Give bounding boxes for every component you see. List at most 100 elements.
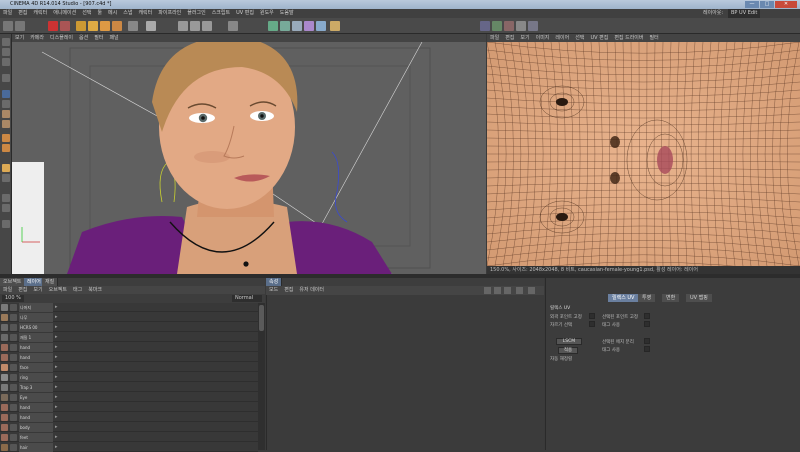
render-view-icon[interactable]	[146, 21, 156, 31]
uv-menu-item[interactable]: 파일	[487, 35, 502, 41]
texture-mode-icon[interactable]	[2, 58, 10, 66]
uv-menu-item[interactable]: 필터	[647, 35, 662, 41]
menu-item[interactable]: 메시	[105, 9, 120, 18]
visibility-icon[interactable]	[10, 364, 17, 371]
object-menu-item[interactable]: 파일	[0, 287, 15, 293]
menu-item[interactable]: 윈도우	[257, 9, 277, 18]
visibility-icon[interactable]	[10, 374, 17, 381]
rotate-icon[interactable]	[100, 21, 110, 31]
uv-texture-view[interactable]	[487, 42, 800, 266]
brush-icon[interactable]	[480, 21, 490, 31]
transform-icon[interactable]	[112, 21, 122, 31]
expand-icon[interactable]: ▸	[55, 363, 58, 372]
list-item[interactable]: HCRS 00 ▸	[0, 323, 258, 332]
expand-icon[interactable]: ▸	[55, 433, 58, 442]
scrollbar-thumb[interactable]	[259, 305, 264, 331]
blend-mode-select[interactable]: Normal	[232, 295, 262, 302]
edges-mode-icon[interactable]	[2, 110, 10, 118]
axis-icon[interactable]	[2, 164, 10, 172]
clone-icon[interactable]	[516, 21, 526, 31]
minimize-icon[interactable]: —	[745, 1, 759, 8]
3d-viewport[interactable]	[12, 42, 486, 274]
viewport-menu-item[interactable]: 옵션	[76, 35, 91, 41]
expand-icon[interactable]: ▸	[55, 443, 58, 452]
menu-item[interactable]: 파이프라인	[155, 9, 184, 18]
expand-icon[interactable]: ▸	[55, 423, 58, 432]
uv-polygon-icon[interactable]	[202, 21, 212, 31]
points-mode-icon[interactable]	[2, 100, 10, 108]
expand-icon[interactable]: ▸	[55, 313, 58, 322]
layout-select[interactable]: BP UV Edit	[728, 9, 761, 18]
tab-projection[interactable]: 투영	[638, 294, 656, 302]
menu-item[interactable]: 툴	[94, 9, 105, 18]
expand-icon[interactable]: ▸	[55, 393, 58, 402]
object-mode-icon[interactable]	[2, 48, 10, 56]
tab-attributes[interactable]: 속성	[266, 278, 283, 286]
menu-item[interactable]: 스냅	[120, 9, 135, 18]
undo-icon[interactable]	[3, 21, 13, 31]
object-menu-item[interactable]: 편집	[15, 287, 30, 293]
checkbox[interactable]	[644, 346, 650, 352]
visibility-icon[interactable]	[10, 354, 17, 361]
expand-icon[interactable]: ▸	[55, 343, 58, 352]
menu-item[interactable]: 캐릭터	[30, 9, 50, 18]
tweak-icon[interactable]	[2, 174, 10, 182]
visibility-icon[interactable]	[10, 334, 17, 341]
expand-icon[interactable]: ▸	[55, 413, 58, 422]
uv-menu-item[interactable]: 레이어	[552, 35, 572, 41]
list-item[interactable]: hair ▸	[0, 443, 258, 452]
visibility-icon[interactable]	[10, 404, 17, 411]
uv-menu-item[interactable]: 선택	[572, 35, 587, 41]
tab-uv-mapping[interactable]: UV 맵핑	[686, 294, 712, 302]
object-menu-item[interactable]: 태그	[70, 287, 85, 293]
zoom-field[interactable]: 100 %	[2, 295, 24, 302]
close-icon[interactable]: ✕	[775, 1, 797, 8]
uv-menu-item[interactable]: 이미지	[533, 35, 553, 41]
mid-menu-item[interactable]: 유저 데이터	[296, 287, 327, 293]
menu-item[interactable]: 플러그인	[184, 9, 208, 18]
visibility-icon[interactable]	[10, 324, 17, 331]
list-item[interactable]: hand ▸	[0, 403, 258, 412]
expand-icon[interactable]: ▸	[55, 323, 58, 332]
object-menu-item[interactable]: 보기	[30, 287, 45, 293]
array-icon[interactable]	[292, 21, 302, 31]
new-panel-icon[interactable]	[528, 287, 535, 294]
arrow-up-icon[interactable]	[484, 287, 491, 294]
uv-polygons-icon[interactable]	[2, 144, 10, 152]
object-menu-item[interactable]: 북마크	[85, 287, 105, 293]
list-item[interactable]: hand ▸	[0, 413, 258, 422]
expand-icon[interactable]: ▸	[55, 353, 58, 362]
viewport-menu-item[interactable]: 필터	[91, 35, 106, 41]
list-item[interactable]: face ▸	[0, 363, 258, 372]
eraser-icon[interactable]	[492, 21, 502, 31]
smudge-icon[interactable]	[528, 21, 538, 31]
checkbox[interactable]	[589, 321, 595, 327]
expand-icon[interactable]: ▸	[55, 383, 58, 392]
tab-objects[interactable]: 오브젝트	[0, 278, 26, 286]
lock-icon[interactable]	[516, 287, 523, 294]
list-item[interactable]: Trap 3 ▸	[0, 383, 258, 392]
nurbs-icon[interactable]	[280, 21, 290, 31]
visibility-icon[interactable]	[10, 414, 17, 421]
list-item[interactable]: 나무 ▸	[0, 313, 258, 322]
uv-points-icon[interactable]	[2, 134, 10, 142]
menu-item[interactable]: 도움말	[277, 9, 297, 18]
snap-settings-icon[interactable]	[2, 194, 10, 202]
uv-menu-item[interactable]: 편집	[502, 35, 517, 41]
visibility-icon[interactable]	[10, 434, 17, 441]
checkbox[interactable]	[644, 321, 650, 327]
arrow-left-icon[interactable]	[494, 287, 501, 294]
uv-menu-item[interactable]: 보기	[517, 35, 532, 41]
list-item[interactable]: Eye ▸	[0, 393, 258, 402]
search-icon[interactable]	[504, 287, 511, 294]
menu-item[interactable]: 스크립트	[209, 9, 233, 18]
visibility-icon[interactable]	[10, 304, 17, 311]
paint-mode-icon[interactable]	[2, 90, 10, 98]
checkbox[interactable]	[644, 338, 650, 344]
expand-icon[interactable]: ▸	[55, 333, 58, 342]
object-list-scrollbar[interactable]	[258, 303, 265, 450]
list-item[interactable]: body ▸	[0, 423, 258, 432]
uv-menu-item[interactable]: 편집 드라이버	[611, 35, 646, 41]
expand-icon[interactable]: ▸	[55, 403, 58, 412]
texture-mode-icon[interactable]	[178, 21, 188, 31]
